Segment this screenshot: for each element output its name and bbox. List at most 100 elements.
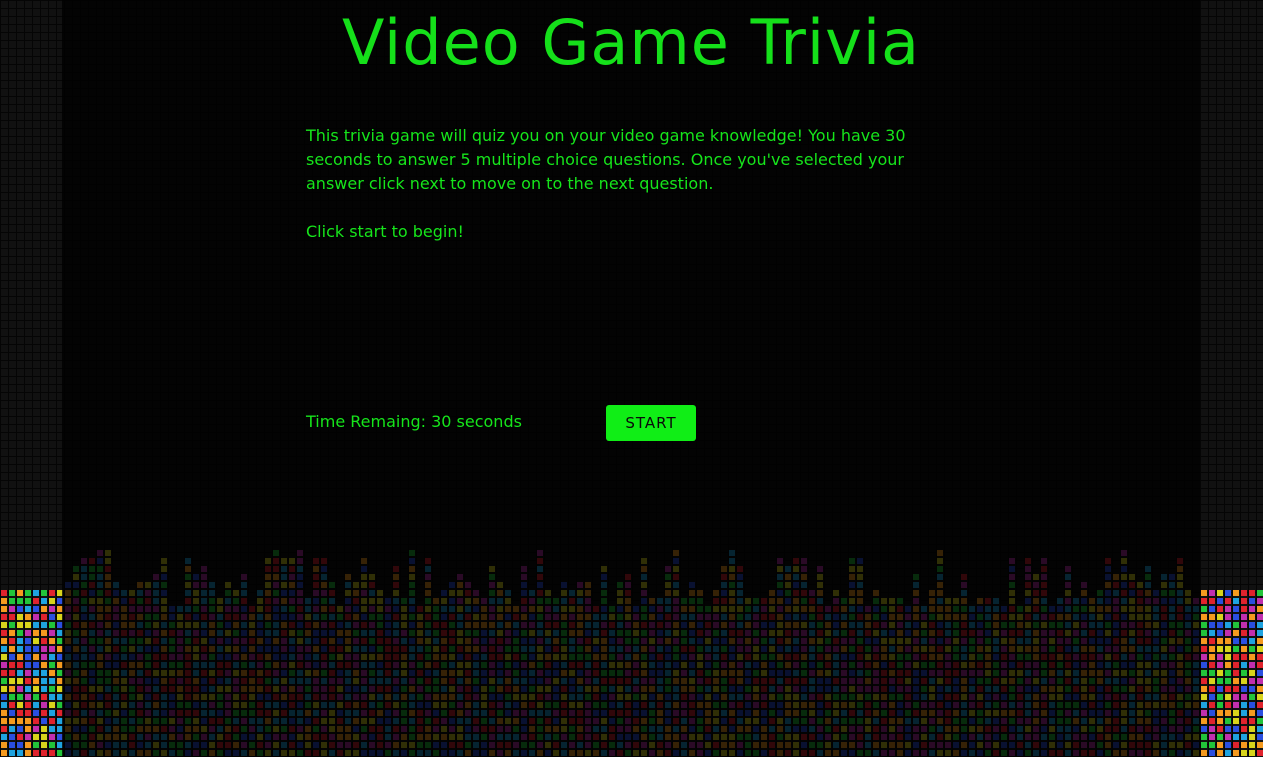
brick-cell [1201, 718, 1207, 724]
brick-cell [1201, 742, 1207, 748]
brick-cell [41, 694, 47, 700]
brick-cell [49, 606, 55, 612]
brick-cell [1225, 606, 1231, 612]
brick-cell [1209, 638, 1215, 644]
brick-cell [17, 598, 23, 604]
brick-cell [1257, 662, 1263, 668]
brick-cell [33, 654, 39, 660]
brick-cell [1, 702, 7, 708]
brick-cell [1209, 606, 1215, 612]
brick-cell [17, 726, 23, 732]
brick-cell [33, 694, 39, 700]
brick-cell [41, 654, 47, 660]
brick-cell [1217, 718, 1223, 724]
brick-cell [9, 662, 15, 668]
brick-cell [1249, 678, 1255, 684]
brick-cell [1, 670, 7, 676]
brick-cell [1257, 726, 1263, 732]
brick-cell [33, 726, 39, 732]
brick-cell [1209, 590, 1215, 596]
brick-cell [1249, 614, 1255, 620]
brick-cell [1201, 726, 1207, 732]
brick-cell [1241, 710, 1247, 716]
brick-cell [33, 630, 39, 636]
brick-cell [1217, 654, 1223, 660]
brick-cell [49, 734, 55, 740]
brick-cell [41, 590, 47, 596]
brick-cell [25, 726, 31, 732]
brick-cell [33, 590, 39, 596]
brick-cell [25, 622, 31, 628]
brick-cell [1257, 638, 1263, 644]
brick-cell [41, 622, 47, 628]
brick-cell [1241, 726, 1247, 732]
brick-cell [41, 646, 47, 652]
brick-cell [1225, 630, 1231, 636]
brick-cell [1209, 750, 1215, 756]
main-content: Video Game Trivia This trivia game will … [62, 0, 1200, 757]
brick-cell [25, 678, 31, 684]
brick-cell [1233, 678, 1239, 684]
brick-cell [9, 694, 15, 700]
brick-cell [49, 638, 55, 644]
brick-cell [1217, 670, 1223, 676]
brick-cell [25, 686, 31, 692]
brick-cell [33, 638, 39, 644]
brick-cell [41, 662, 47, 668]
brick-cell [1249, 694, 1255, 700]
brick-cell [1241, 614, 1247, 620]
brick-cell [1257, 598, 1263, 604]
brick-cell [1233, 750, 1239, 756]
brick-cell [1209, 718, 1215, 724]
brick-cell [1201, 734, 1207, 740]
brick-cell [1209, 662, 1215, 668]
brick-cell [1257, 702, 1263, 708]
brick-cell [1217, 742, 1223, 748]
brick-cell [1201, 606, 1207, 612]
brick-cell [33, 670, 39, 676]
brick-cell [1201, 614, 1207, 620]
brick-cell [1225, 670, 1231, 676]
brick-cell [41, 750, 47, 756]
start-button[interactable]: START [606, 405, 696, 441]
brick-cell [33, 734, 39, 740]
brick-cell [1217, 630, 1223, 636]
brick-cell [9, 646, 15, 652]
brick-cell [1241, 598, 1247, 604]
brick-cell [49, 646, 55, 652]
brick-cell [1233, 646, 1239, 652]
brick-cell [1225, 750, 1231, 756]
brick-cell [33, 678, 39, 684]
brick-cell [9, 742, 15, 748]
brick-cell [1257, 622, 1263, 628]
brick-cell [1209, 734, 1215, 740]
brick-cell [1249, 622, 1255, 628]
brick-cell [1225, 710, 1231, 716]
brick-cell [1241, 702, 1247, 708]
brick-cell [1217, 606, 1223, 612]
brick-cell [1217, 598, 1223, 604]
brick-cell [41, 606, 47, 612]
brick-cell [33, 718, 39, 724]
brick-cell [1, 718, 7, 724]
brick-cell [9, 590, 15, 596]
brick-cell [1217, 646, 1223, 652]
brick-cell [33, 614, 39, 620]
brick-cell [17, 614, 23, 620]
brick-cell [41, 734, 47, 740]
brick-cell [1217, 702, 1223, 708]
brick-cell [49, 590, 55, 596]
brick-cell [1217, 662, 1223, 668]
brick-cell [9, 686, 15, 692]
brick-cell [1241, 638, 1247, 644]
brick-cell [1233, 686, 1239, 692]
brick-cell [1, 630, 7, 636]
brick-cell [1, 614, 7, 620]
brick-cell [25, 718, 31, 724]
brick-cell [41, 718, 47, 724]
brick-cell [1249, 734, 1255, 740]
brick-cell [1249, 654, 1255, 660]
brick-cell [49, 654, 55, 660]
brick-cell [1249, 702, 1255, 708]
brick-cell [9, 750, 15, 756]
